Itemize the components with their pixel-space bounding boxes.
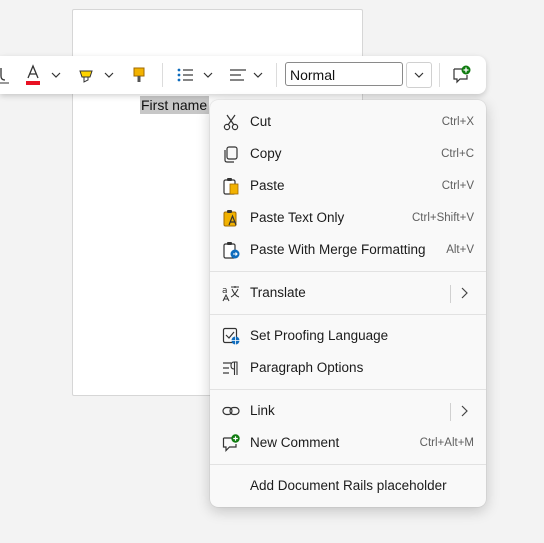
menu-item-label: Paste Text Only	[250, 210, 345, 225]
menu-item-label: Copy	[250, 146, 282, 161]
underline-button[interactable]	[0, 56, 10, 94]
chevron-down-icon	[51, 72, 61, 78]
menu-item-label: Link	[250, 403, 275, 418]
menu-item-translate[interactable]: a Translate	[210, 277, 486, 309]
chevron-down-icon	[203, 72, 213, 78]
menu-item-label: Paste With Merge Formatting	[250, 242, 426, 257]
font-color-icon	[26, 64, 40, 85]
chevron-down-icon	[104, 72, 114, 78]
align-button[interactable]	[227, 56, 249, 94]
link-icon	[222, 406, 240, 416]
new-comment-icon	[222, 434, 240, 452]
format-painter-button[interactable]	[128, 56, 150, 94]
submenu-divider	[450, 403, 451, 421]
paste-icon	[223, 178, 239, 195]
context-menu: Cut Ctrl+X Copy Ctrl+C Paste Ctrl+V Past…	[210, 100, 486, 507]
menu-separator	[210, 271, 486, 272]
menu-separator	[210, 464, 486, 465]
align-icon	[230, 69, 246, 81]
menu-item-label: Paragraph Options	[250, 360, 364, 375]
font-color-button[interactable]	[22, 56, 44, 94]
menu-item-shortcut: Ctrl+Alt+M	[419, 437, 474, 449]
chevron-down-icon	[414, 72, 424, 78]
menu-item-cut[interactable]: Cut Ctrl+X	[210, 106, 486, 138]
menu-item-add-document-rails-placeholder[interactable]: Add Document Rails placeholder	[210, 470, 486, 502]
chevron-right-icon	[461, 405, 468, 417]
scissors-icon	[223, 114, 239, 131]
bullets-dropdown[interactable]	[201, 56, 215, 94]
chevron-down-icon	[253, 72, 263, 78]
menu-item-paragraph-options[interactable]: Paragraph Options	[210, 352, 486, 384]
paste-text-only-icon	[223, 210, 237, 227]
menu-item-label: Set Proofing Language	[250, 328, 389, 343]
menu-item-shortcut: Alt+V	[446, 244, 474, 256]
menu-item-paste-text-only[interactable]: Paste Text Only Ctrl+Shift+V	[210, 202, 486, 234]
font-color-dropdown[interactable]	[49, 56, 63, 94]
menu-separator	[210, 314, 486, 315]
menu-item-shortcut: Ctrl+V	[441, 180, 474, 192]
paste-merge-icon	[223, 242, 240, 259]
style-select[interactable]: Normal	[285, 62, 403, 86]
bullets-button[interactable]	[174, 56, 196, 94]
menu-separator	[210, 389, 486, 390]
menu-item-shortcut: Ctrl+Shift+V	[412, 212, 474, 224]
menu-item-copy[interactable]: Copy Ctrl+C	[210, 138, 486, 170]
menu-item-label: Paste	[250, 178, 285, 193]
align-dropdown[interactable]	[251, 56, 265, 94]
menu-item-link[interactable]: Link	[210, 395, 486, 427]
highlight-button[interactable]	[75, 56, 97, 94]
menu-item-shortcut: Ctrl+X	[441, 116, 474, 128]
copy-icon	[224, 146, 238, 163]
svg-text:a: a	[222, 286, 228, 296]
toolbar-divider	[162, 63, 163, 87]
selected-text[interactable]: First name	[140, 96, 210, 114]
submenu-divider	[450, 285, 451, 303]
style-dropdown-button[interactable]	[406, 62, 432, 88]
underline-icon	[0, 68, 9, 84]
paragraph-icon	[223, 361, 238, 375]
new-comment-toolbar-button[interactable]	[450, 56, 474, 94]
bullets-icon	[177, 68, 193, 82]
highlight-dropdown[interactable]	[102, 56, 116, 94]
format-painter-icon	[133, 67, 145, 82]
menu-item-label: New Comment	[250, 435, 340, 450]
menu-item-paste-merge-formatting[interactable]: Paste With Merge Formatting Alt+V	[210, 234, 486, 266]
new-comment-icon	[453, 65, 471, 84]
toolbar-divider	[439, 63, 440, 87]
proofing-language-icon	[222, 327, 240, 345]
menu-item-label: Translate	[250, 285, 306, 300]
menu-item-shortcut: Ctrl+C	[441, 148, 474, 160]
menu-item-label: Add Document Rails placeholder	[250, 478, 447, 493]
menu-item-new-comment[interactable]: New Comment Ctrl+Alt+M	[210, 427, 486, 459]
highlight-icon	[79, 70, 93, 83]
translate-icon: a	[222, 286, 240, 302]
chevron-right-icon	[461, 287, 468, 299]
menu-item-paste[interactable]: Paste Ctrl+V	[210, 170, 486, 202]
mini-toolbar: Normal	[0, 56, 486, 94]
menu-item-set-proofing-language[interactable]: Set Proofing Language	[210, 320, 486, 352]
menu-item-label: Cut	[250, 114, 272, 129]
toolbar-divider	[276, 63, 277, 87]
